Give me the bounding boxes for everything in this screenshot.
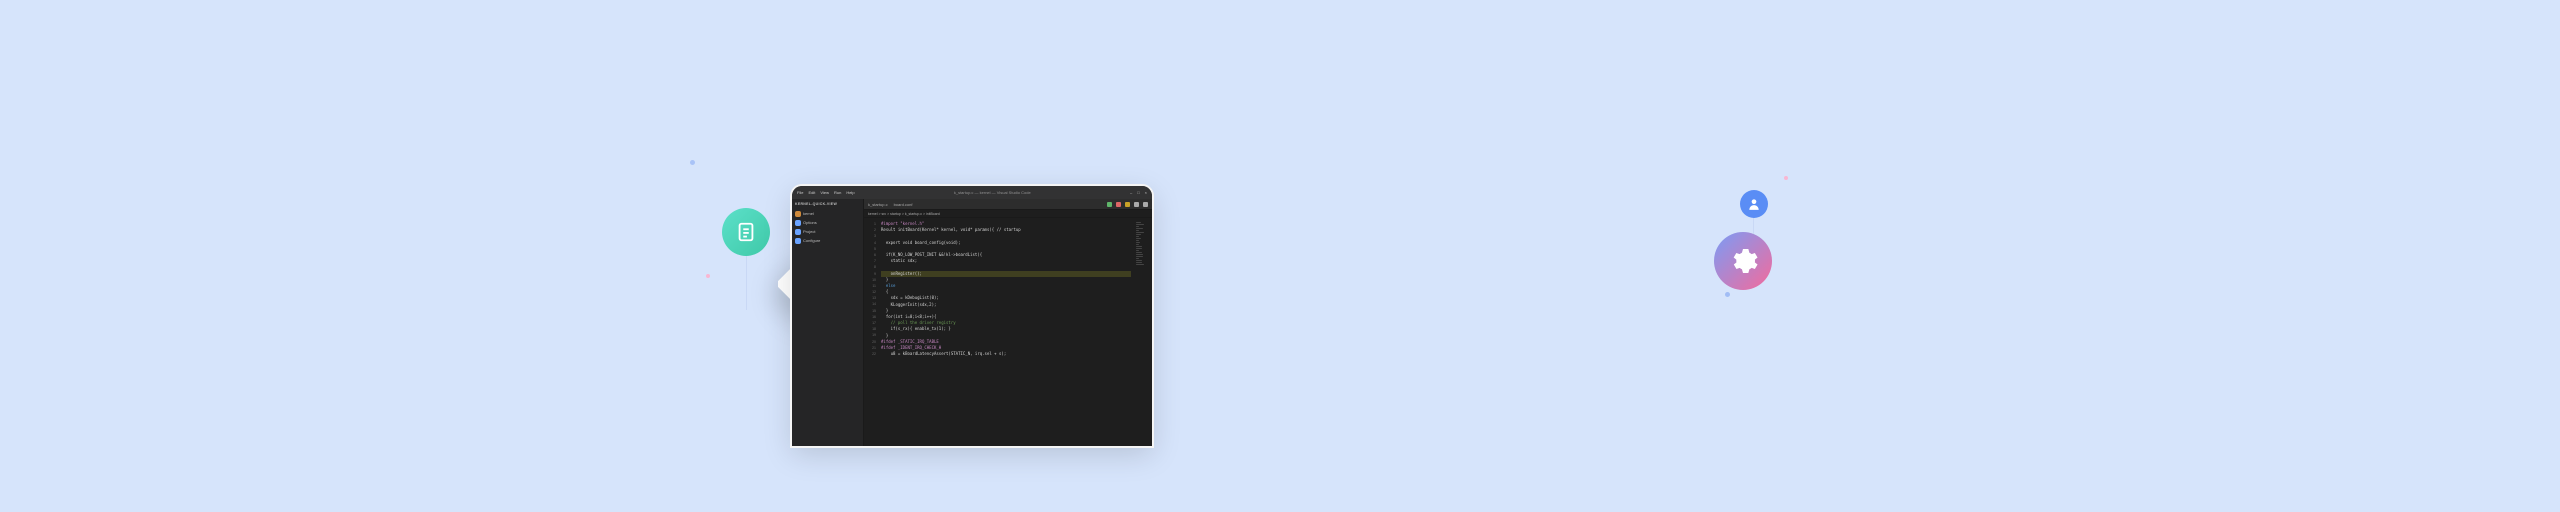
code-editor[interactable]: #import "kernel.h"Result initBoard(Kerne… <box>878 218 1134 446</box>
titlebar: File Edit View Run Help k_startup.c — ke… <box>792 186 1152 199</box>
decor-dot <box>1784 176 1788 180</box>
line-gutter: 12345678910111213141516171819202122 <box>864 218 878 446</box>
user-icon <box>1740 190 1768 218</box>
document-icon <box>722 208 770 256</box>
stop-icon[interactable] <box>1125 202 1130 207</box>
sidebar-title: KERNEL-QUICK-VIEW <box>795 202 860 206</box>
maximize-icon[interactable]: □ <box>1137 190 1139 195</box>
bug-icon[interactable] <box>1116 202 1121 207</box>
sidebar-item-label: kernel <box>803 211 814 216</box>
sidebar-item-configure[interactable]: Configure <box>795 236 860 245</box>
close-icon[interactable]: × <box>1145 190 1147 195</box>
step-icon[interactable] <box>1134 202 1139 207</box>
more-icon[interactable] <box>1143 202 1148 207</box>
debug-toolbar <box>1107 202 1148 207</box>
sidebar-item-options[interactable]: Options <box>795 218 860 227</box>
sidebar: KERNEL-QUICK-VIEW kernel Options Project Co… <box>792 199 864 446</box>
sidebar-item-label: Configure <box>803 238 820 243</box>
decor-dot <box>1725 292 1730 297</box>
menu-run[interactable]: Run <box>834 190 841 195</box>
menu-bar: File Edit View Run Help <box>797 190 855 195</box>
decor-line <box>1753 218 1754 234</box>
info-icon <box>795 229 801 235</box>
window-controls: – □ × <box>1130 190 1147 195</box>
folder-icon <box>795 211 801 217</box>
gear-icon <box>1714 232 1772 290</box>
minimize-icon[interactable]: – <box>1130 190 1132 195</box>
window-title: k_startup.c — kernel — Visual Studio Cod… <box>954 190 1031 195</box>
menu-edit[interactable]: Edit <box>808 190 815 195</box>
tab-file-2[interactable]: board.conf <box>894 202 913 207</box>
sidebar-item-label: Options <box>803 220 817 225</box>
minimap[interactable] <box>1134 218 1152 446</box>
menu-help[interactable]: Help <box>846 190 854 195</box>
sidebar-item-project[interactable]: Project <box>795 227 860 236</box>
gear-icon <box>795 238 801 244</box>
sidebar-item-kernel[interactable]: kernel <box>795 209 860 218</box>
gear-icon <box>795 220 801 226</box>
sidebar-item-label: Project <box>803 229 815 234</box>
tabbar: k_startup.c board.conf <box>864 199 1152 210</box>
ide-window: File Edit View Run Help k_startup.c — ke… <box>792 186 1152 446</box>
play-icon[interactable] <box>1107 202 1112 207</box>
decor-dot <box>706 274 710 278</box>
menu-file[interactable]: File <box>797 190 803 195</box>
menu-view[interactable]: View <box>820 190 829 195</box>
tab-file-1[interactable]: k_startup.c <box>868 202 888 207</box>
decor-dot <box>690 160 695 165</box>
breadcrumb[interactable]: kernel > src > startup > k_startup.c > i… <box>864 210 1152 218</box>
